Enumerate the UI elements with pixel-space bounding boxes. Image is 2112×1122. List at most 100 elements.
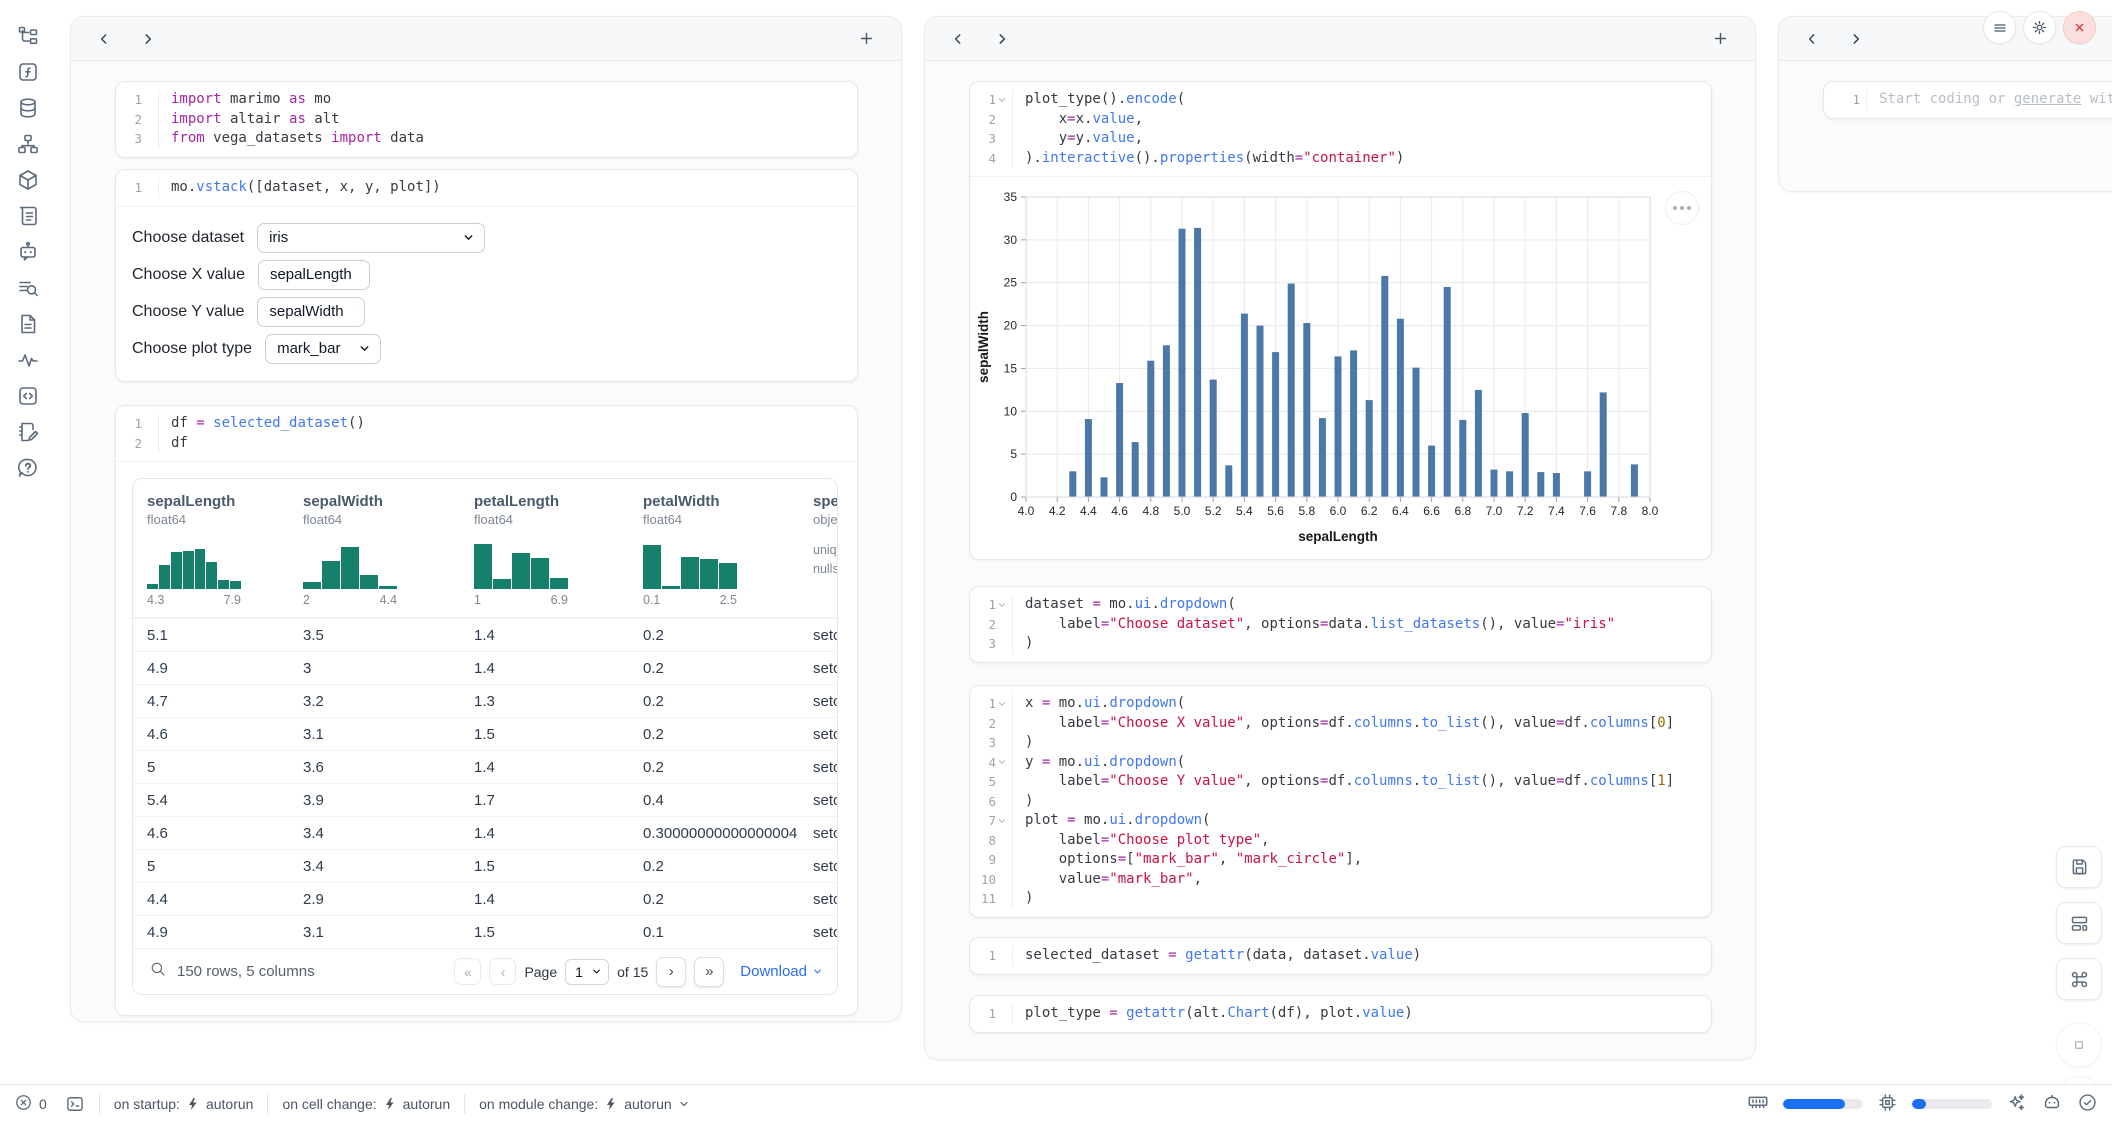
add-cell-icon[interactable] [853,26,879,52]
first-page-button[interactable]: « [454,958,481,985]
column-header[interactable]: speciesobjectunique:nulls: [813,493,837,607]
code-line[interactable]: ) [1012,634,1711,654]
pulse-icon[interactable] [14,346,42,374]
cell-plot-type[interactable]: 1plot_type = getattr(alt.Chart(df), plot… [969,995,1712,1033]
dropdown-choose-dataset[interactable]: iris [257,223,485,253]
gear-icon[interactable] [2023,11,2056,44]
cell-chart[interactable]: 1plot_type().encode(2 x=x.value,3 y=y.va… [969,81,1712,560]
table-row[interactable]: 53.61.40.2setosa [133,750,837,783]
database-icon[interactable] [14,94,42,122]
dropdown-choose-y-value[interactable]: sepalWidth [257,297,365,327]
chevron-right-icon[interactable] [135,26,161,52]
check-circle-icon[interactable] [2077,1092,2098,1116]
code-editor[interactable]: 1x = mo.ui.dropdown(2 label="Choose X va… [970,686,1711,917]
dropdown-choose-x-value[interactable]: sepalLength [258,260,370,290]
notebook-pencil-icon[interactable] [14,418,42,446]
code-line[interactable]: df [158,434,857,454]
code-line[interactable]: selected_dataset = getattr(data, dataset… [1012,946,1711,966]
table-row[interactable]: 4.63.11.50.2setosa [133,717,837,750]
robot-icon[interactable] [2041,1091,2063,1116]
code-line[interactable]: import altair as alt [158,110,857,130]
code-editor[interactable]: 1dataset = mo.ui.dropdown(2 label="Choos… [970,587,1711,662]
list-search-icon[interactable] [14,274,42,302]
column-header[interactable]: petalLengthfloat6416.9 [474,493,643,607]
chevron-left-icon[interactable] [91,26,117,52]
table-row[interactable]: 4.42.91.40.2setosa [133,882,837,915]
sitemap-icon[interactable] [14,130,42,158]
close-icon[interactable] [2063,11,2096,44]
error-count-badge[interactable]: 0 [14,1093,47,1115]
code-line[interactable]: ) [1012,889,1711,909]
cell-vstack[interactable]: 1mo.vstack([dataset, x, y, plot]) Choose… [115,169,858,382]
table-row[interactable]: 4.93.11.50.1setosa [133,915,837,948]
code-line[interactable]: label="Choose X value", options=df.colum… [1012,714,1711,734]
table-row[interactable]: 4.73.21.30.2setosa [133,684,837,717]
code-editor[interactable]: 1 Start coding or generate with AI [1824,82,2112,118]
code-line[interactable]: label="Choose dataset", options=data.lis… [1012,615,1711,635]
code-line[interactable]: plot_type().encode( [1012,90,1711,110]
code-line[interactable]: plot = mo.ui.dropdown( [1012,811,1711,831]
chevron-right-icon[interactable] [989,26,1015,52]
chat-bot-icon[interactable] [14,238,42,266]
cell-empty[interactable]: 1 Start coding or generate with AI [1823,81,2112,119]
chart-menu-button[interactable] [1665,191,1699,225]
scroll-icon[interactable] [14,202,42,230]
code-line[interactable]: dataset = mo.ui.dropdown( [1012,595,1711,615]
code-editor[interactable]: 1df = selected_dataset()2df [116,406,857,461]
code-line[interactable]: label="Choose Y value", options=df.colum… [1012,772,1711,792]
code-editor[interactable]: 1plot_type().encode(2 x=x.value,3 y=y.va… [970,82,1711,176]
runtime-config-item[interactable]: on startup:autorun [114,1096,254,1112]
code-editor[interactable]: 1mo.vstack([dataset, x, y, plot]) [116,170,857,206]
code-line[interactable]: y = mo.ui.dropdown( [1012,753,1711,773]
help-bubble-icon[interactable] [14,454,42,482]
stop-icon[interactable] [2056,1022,2102,1068]
table-row[interactable]: 53.41.50.2setosa [133,849,837,882]
code-placeholder[interactable]: Start coding or generate with AI [1866,90,2112,110]
code-editor[interactable]: 1plot_type = getattr(alt.Chart(df), plot… [970,996,1711,1032]
cell-selected-dataset[interactable]: 1selected_dataset = getattr(data, datase… [969,937,1712,975]
command-icon[interactable] [2056,958,2102,1000]
add-cell-icon[interactable] [1707,26,1733,52]
code-line[interactable]: y=y.value, [1012,129,1711,149]
code-line[interactable]: from vega_datasets import data [158,129,857,149]
code-line[interactable]: value="mark_bar", [1012,870,1711,890]
cube-icon[interactable] [14,166,42,194]
cell-imports[interactable]: 1import marimo as mo2import altair as al… [115,81,858,158]
code-line[interactable]: plot_type = getattr(alt.Chart(df), plot.… [1012,1004,1711,1024]
layout-grid-icon[interactable] [2056,902,2102,944]
runtime-config-item[interactable]: on cell change:autorun [282,1096,450,1112]
search-icon[interactable] [149,960,167,983]
prev-page-button[interactable]: ‹ [489,958,516,985]
cell-dataframe[interactable]: 1df = selected_dataset()2df sepalLengthf… [115,405,858,1016]
chevron-left-icon[interactable] [945,26,971,52]
code-line[interactable]: df = selected_dataset() [158,414,857,434]
generate-link[interactable]: generate [2014,91,2081,107]
page-select[interactable]: 1 [565,959,609,985]
table-row[interactable]: 4.63.41.40.30000000000000004setosa [133,816,837,849]
download-button[interactable]: Download [740,963,823,980]
column-header[interactable]: sepalWidthfloat6424.4 [303,493,474,607]
tree-icon[interactable] [14,22,42,50]
menu-button[interactable] [1983,11,2016,44]
code-line[interactable]: x = mo.ui.dropdown( [1012,694,1711,714]
save-icon[interactable] [2056,846,2102,888]
code-line[interactable]: ).interactive().properties(width="contai… [1012,149,1711,169]
table-row[interactable]: 5.13.51.40.2setosa [133,618,837,651]
code-block-icon[interactable] [14,382,42,410]
column-header[interactable]: sepalLengthfloat644.37.9 [147,493,303,607]
code-line[interactable]: ) [1012,792,1711,812]
dropdown-choose-plot-type[interactable]: mark_bar [265,334,381,364]
code-line[interactable]: label="Choose plot type", [1012,831,1711,851]
sparkles-icon[interactable] [2006,1092,2027,1116]
table-row[interactable]: 5.43.91.70.4setosa [133,783,837,816]
code-editor[interactable]: 1import marimo as mo2import altair as al… [116,82,857,157]
code-editor[interactable]: 1selected_dataset = getattr(data, datase… [970,938,1711,974]
chevron-left-icon[interactable] [1799,26,1825,52]
terminal-icon[interactable] [65,1094,85,1114]
function-icon[interactable] [14,58,42,86]
code-line[interactable]: mo.vstack([dataset, x, y, plot]) [158,178,857,198]
cell-xyplot-dropdowns[interactable]: 1x = mo.ui.dropdown(2 label="Choose X va… [969,685,1712,918]
cell-dataset-dropdown[interactable]: 1dataset = mo.ui.dropdown(2 label="Choos… [969,586,1712,663]
chevron-right-icon[interactable] [1843,26,1869,52]
runtime-config-item[interactable]: on module change:autorun [479,1096,690,1112]
